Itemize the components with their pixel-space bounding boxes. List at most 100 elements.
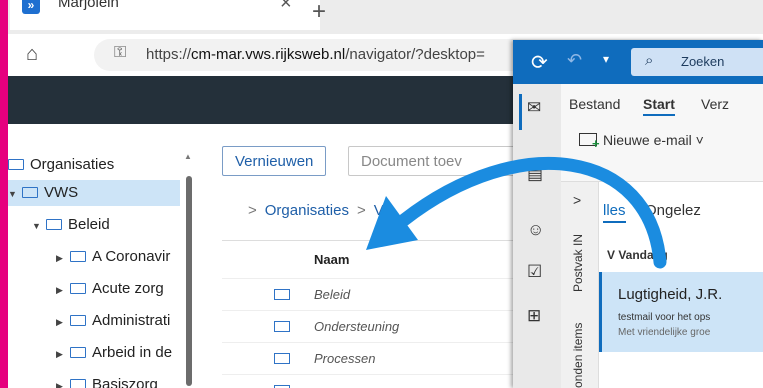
new-mail-dropdown-icon[interactable]: ˅ bbox=[696, 132, 704, 148]
folder-icon bbox=[274, 289, 290, 300]
tree-item-label: Beleid bbox=[68, 216, 110, 233]
tree-item-label: A Coronavir bbox=[92, 248, 171, 265]
tree-item-label: Acute zorg bbox=[92, 280, 164, 297]
tree-scrollbar[interactable]: ▲ bbox=[184, 152, 194, 388]
ribbon-tab-verzenden[interactable]: Verz bbox=[701, 96, 729, 112]
add-document-button[interactable]: Document toev bbox=[348, 146, 528, 176]
table-row[interactable]: Beleid bbox=[222, 278, 522, 310]
folder-pane-collapsed: > Postvak IN onden items bbox=[561, 182, 599, 388]
filter-tab-ongelezen[interactable]: Ongelez bbox=[645, 202, 701, 219]
customize-caret-icon[interactable]: ▾ bbox=[603, 52, 609, 66]
ribbon-tab-start[interactable]: Start bbox=[643, 96, 675, 116]
group-header-today[interactable]: V Vandaag bbox=[607, 248, 668, 262]
folder-icon bbox=[274, 321, 290, 332]
table-row[interactable] bbox=[222, 374, 522, 388]
folder-icon bbox=[22, 187, 38, 198]
caret-right-icon[interactable]: ▶ bbox=[56, 349, 70, 360]
row-name: Beleid bbox=[314, 287, 351, 302]
new-mail-button[interactable]: + Nieuwe e-mail ˅ bbox=[579, 132, 759, 162]
breadcrumb-current[interactable]: V bbox=[374, 202, 384, 219]
folder-icon bbox=[8, 159, 24, 170]
outlook-titlebar: ⟳ ↶ ▾ ⌕ Zoeken bbox=[513, 40, 763, 84]
tree-item-vws[interactable]: ▼ VWS bbox=[8, 180, 180, 206]
apps-icon[interactable]: ⊞ bbox=[527, 306, 541, 326]
url-host: cm-mar.vws.rijksweb.nl bbox=[191, 46, 346, 63]
mail-item[interactable]: Lugtigheid, J.R. testmail voor het ops M… bbox=[599, 272, 763, 352]
row-name: Ondersteuning bbox=[314, 319, 400, 334]
tree-item-basiszorg[interactable]: ▶ Basiszorg bbox=[56, 376, 158, 388]
tab-favicon-icon: » bbox=[22, 0, 40, 14]
header-divider bbox=[222, 240, 522, 241]
folder-icon bbox=[70, 251, 86, 262]
mail-sender: Lugtigheid, J.R. bbox=[618, 286, 723, 303]
column-header-naam[interactable]: Naam bbox=[314, 252, 349, 267]
sync-icon[interactable]: ⟳ bbox=[531, 50, 548, 75]
browser-tab[interactable]: » Marjolein × bbox=[10, 0, 320, 30]
table-row[interactable]: Processen bbox=[222, 342, 522, 374]
filter-tab-alles[interactable]: lles bbox=[603, 202, 626, 223]
tree-item-label: Organisaties bbox=[30, 156, 115, 173]
folder-icon bbox=[46, 219, 62, 230]
tree-item-label: VWS bbox=[44, 184, 79, 201]
new-mail-icon: + bbox=[579, 133, 600, 151]
calendar-icon[interactable]: ▤ bbox=[527, 164, 543, 184]
scroll-up-icon[interactable]: ▲ bbox=[184, 152, 192, 161]
caret-right-icon[interactable]: ▶ bbox=[56, 381, 70, 388]
message-list: lles Ongelez V Vandaag Lugtigheid, J.R. … bbox=[599, 182, 763, 388]
ribbon-tab-bestand[interactable]: Bestand bbox=[569, 96, 620, 112]
mail-preview: Met vriendelijke groe bbox=[618, 327, 711, 338]
url-text: https://cm-mar.vws.rijksweb.nl/navigator… bbox=[146, 46, 485, 63]
tree-item-label: Administrati bbox=[92, 312, 171, 329]
people-icon[interactable]: ☺ bbox=[527, 220, 544, 240]
search-box[interactable]: ⌕ Zoeken bbox=[631, 48, 763, 76]
tree-item-acute-zorg[interactable]: ▶ Acute zorg bbox=[56, 280, 164, 306]
url-path: /navigator/?desktop= bbox=[345, 46, 485, 63]
url-prefix: https:// bbox=[146, 46, 192, 63]
app-rail: ✉ ▤ ☺ ☑ ⊞ bbox=[513, 84, 561, 388]
ribbon: Bestand Start Verz + Nieuwe e-mail ˅ bbox=[561, 84, 763, 182]
new-mail-label: Nieuwe e-mail bbox=[603, 132, 692, 148]
tab-bar: » Marjolein × + bbox=[8, 0, 763, 34]
caret-down-icon[interactable]: ▼ bbox=[32, 221, 46, 231]
folder-label-sent[interactable]: onden items bbox=[571, 323, 585, 388]
folder-icon bbox=[70, 347, 86, 358]
new-tab-icon[interactable]: + bbox=[312, 0, 326, 26]
lock-icon[interactable]: ⚿ bbox=[114, 44, 126, 62]
tree-item-label: Arbeid in de bbox=[92, 344, 173, 361]
folder-label-inbox[interactable]: Postvak IN bbox=[571, 234, 585, 292]
folder-icon bbox=[274, 353, 290, 364]
tree-item-beleid[interactable]: ▼ Beleid bbox=[32, 216, 110, 242]
tree-item-coronavirus[interactable]: ▶ A Coronavir bbox=[56, 248, 170, 274]
home-icon[interactable]: ⌂ bbox=[26, 43, 38, 66]
expand-folders-icon[interactable]: > bbox=[573, 192, 581, 208]
table-row[interactable]: Ondersteuning bbox=[222, 310, 522, 342]
outlook-window: ⟳ ↶ ▾ ⌕ Zoeken ✉ ▤ ☺ ☑ ⊞ Bestand Start V… bbox=[513, 40, 763, 388]
row-name: Processen bbox=[314, 351, 376, 366]
tree-item-arbeid[interactable]: ▶ Arbeid in de bbox=[56, 344, 172, 370]
refresh-button[interactable]: Vernieuwen bbox=[222, 146, 327, 176]
rail-selection-indicator bbox=[519, 94, 522, 130]
breadcrumb-separator: > bbox=[356, 202, 366, 219]
search-placeholder: Zoeken bbox=[681, 54, 725, 69]
caret-right-icon[interactable]: ▶ bbox=[56, 285, 70, 296]
tree-item-label: Basiszorg bbox=[92, 376, 158, 388]
tasks-icon[interactable]: ☑ bbox=[527, 262, 542, 282]
tree-item-administratie[interactable]: ▶ Administrati bbox=[56, 312, 170, 338]
breadcrumb: > Organisaties > V bbox=[240, 202, 384, 219]
breadcrumb-organisaties[interactable]: Organisaties bbox=[265, 202, 349, 219]
scrollbar-thumb[interactable] bbox=[186, 176, 192, 386]
mail-icon[interactable]: ✉ bbox=[527, 98, 541, 118]
folder-icon bbox=[70, 315, 86, 326]
caret-right-icon[interactable]: ▶ bbox=[56, 253, 70, 264]
caret-down-icon[interactable]: ▼ bbox=[8, 189, 22, 199]
caret-right-icon[interactable]: ▶ bbox=[56, 317, 70, 328]
tab-title: Marjolein bbox=[58, 0, 119, 11]
folder-tree: Organisaties ▼ VWS ▼ Beleid ▶ A Coronavir ▶… bbox=[8, 124, 208, 388]
tree-item-organisaties[interactable]: Organisaties bbox=[8, 156, 114, 182]
folder-icon bbox=[70, 379, 86, 388]
undo-icon[interactable]: ↶ bbox=[567, 50, 582, 71]
tab-close-icon[interactable]: × bbox=[280, 0, 292, 15]
breadcrumb-separator: > bbox=[248, 202, 257, 219]
search-icon: ⌕ bbox=[645, 52, 654, 69]
mail-subject: testmail voor het ops bbox=[618, 312, 711, 323]
